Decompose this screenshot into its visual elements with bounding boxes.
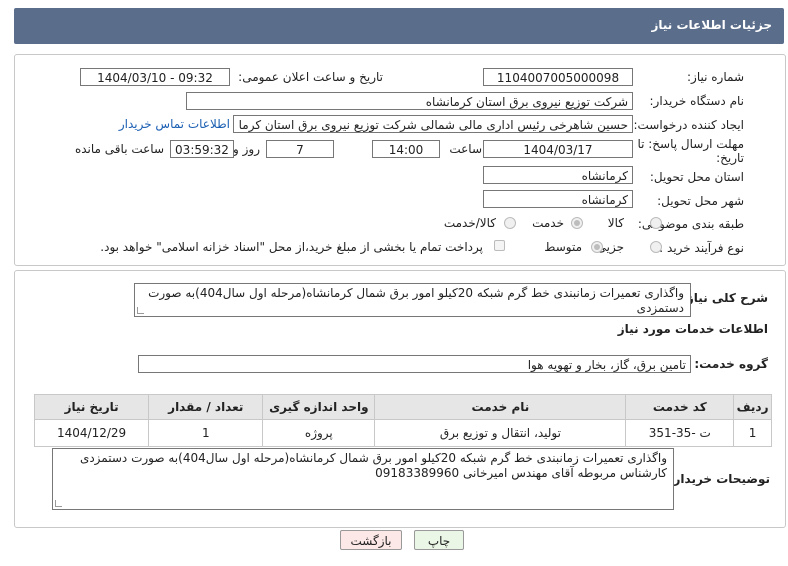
buyer-contact-link[interactable]: اطلاعات تماس خریدار bbox=[119, 117, 230, 131]
category-goods-radio[interactable] bbox=[650, 217, 662, 229]
cell-need-date: 1404/12/29 bbox=[33, 419, 150, 447]
deadline-label: مهلت ارسال پاسخ: تا bbox=[637, 137, 744, 151]
description-label: شرح کلی نیاز: bbox=[682, 291, 768, 305]
category-goods-service-radio[interactable] bbox=[504, 217, 516, 229]
col-need-date: تاریخ نیاز bbox=[33, 394, 150, 420]
announce-date-field: 1404/03/10 - 09:32 bbox=[80, 68, 230, 86]
table-row: 1 ت -35-351 تولید، انتقال و توزیع برق پر… bbox=[33, 419, 772, 447]
services-section-title: اطلاعات خدمات مورد نیاز bbox=[617, 322, 768, 336]
buyer-notes-line-2: کارشناس مربوطه آقای مهندس امیرخانی 09183… bbox=[375, 466, 667, 480]
col-service-code: کد خدمت bbox=[625, 394, 735, 420]
page-title: جزئیات اطلاعات نیاز bbox=[651, 18, 772, 32]
days-remaining-field: 7 bbox=[266, 140, 334, 158]
deadline-time-label: ساعت bbox=[449, 142, 482, 156]
treasury-payment-checkbox[interactable] bbox=[494, 240, 505, 251]
need-number-field: 1104007005000098 bbox=[483, 68, 633, 86]
services-table: ردیف کد خدمت نام خدمت واحد اندازه گیری ت… bbox=[33, 394, 772, 447]
cell-quantity: 1 bbox=[148, 419, 264, 447]
service-group-field: تامین برق، گاز، بخار و تهویه هوا bbox=[138, 355, 691, 373]
buyer-notes-line-1: واگذاری تعمیرات زمانبندی خط گرم شبکه 20ک… bbox=[79, 451, 667, 465]
days-label: روز و bbox=[233, 142, 260, 156]
city-field: کرمانشاه bbox=[483, 190, 633, 208]
deadline-date-label: تاریخ: bbox=[716, 151, 744, 165]
cell-service-name: تولید، انتقال و توزیع برق bbox=[374, 419, 627, 447]
deadline-date-field: 1404/03/17 bbox=[483, 140, 633, 158]
city-label: شهر محل تحویل: bbox=[657, 194, 744, 208]
province-field: کرمانشاه bbox=[483, 166, 633, 184]
col-index: ردیف bbox=[733, 394, 772, 420]
category-goods-label: کالا bbox=[607, 216, 624, 230]
category-goods-service-label: کالا/خدمت bbox=[443, 216, 496, 230]
category-service-label: خدمت bbox=[532, 216, 564, 230]
resize-handle-icon[interactable] bbox=[55, 500, 62, 507]
buyer-notes-textarea: واگذاری تعمیرات زمانبندی خط گرم شبکه 20ک… bbox=[52, 448, 674, 510]
category-service-radio[interactable] bbox=[571, 217, 583, 229]
buyer-notes-label: توضیحات خریدار: bbox=[668, 472, 770, 486]
col-quantity: تعداد / مقدار bbox=[148, 394, 264, 420]
need-number-label: شماره نیاز: bbox=[687, 70, 744, 84]
description-text: واگذاری تعمیرات زمانبندی خط گرم شبکه 20ک… bbox=[148, 286, 684, 315]
process-medium-radio[interactable] bbox=[591, 241, 603, 253]
back-button[interactable]: بازگشت bbox=[340, 530, 402, 550]
remaining-time-label: ساعت باقی مانده bbox=[74, 142, 164, 156]
description-textarea: واگذاری تعمیرات زمانبندی خط گرم شبکه 20ک… bbox=[134, 283, 691, 317]
province-label: استان محل تحویل: bbox=[649, 170, 744, 184]
deadline-time-field: 14:00 bbox=[372, 140, 440, 158]
announce-date-label: تاریخ و ساعت اعلان عمومی: bbox=[238, 70, 383, 84]
resize-handle-icon[interactable] bbox=[137, 307, 144, 314]
process-medium-label: متوسط bbox=[544, 240, 582, 254]
process-minor-radio[interactable] bbox=[650, 241, 662, 253]
buyer-org-field: شرکت توزیع نیروی برق استان کرمانشاه bbox=[186, 92, 633, 110]
service-group-label: گروه خدمت: bbox=[694, 357, 768, 371]
page-header: جزئیات اطلاعات نیاز bbox=[14, 8, 784, 44]
buyer-org-label: نام دستگاه خریدار: bbox=[649, 94, 745, 108]
cell-index: 1 bbox=[733, 419, 772, 447]
process-label: نوع فرآیند خرید : bbox=[659, 241, 744, 255]
col-service-name: نام خدمت bbox=[374, 394, 627, 420]
print-button[interactable]: چاپ bbox=[414, 530, 464, 550]
creator-field: حسین شاهرخی رئیس اداری مالی شمالی شرکت ت… bbox=[233, 115, 633, 133]
cell-service-code: ت -35-351 bbox=[625, 419, 735, 447]
col-unit: واحد اندازه گیری bbox=[262, 394, 376, 420]
creator-label: ایجاد کننده درخواست: bbox=[633, 118, 744, 132]
table-header-row: ردیف کد خدمت نام خدمت واحد اندازه گیری ت… bbox=[33, 394, 772, 420]
treasury-payment-note: پرداخت تمام یا بخشی از مبلغ خرید،از محل … bbox=[100, 240, 483, 254]
cell-unit: پروژه bbox=[262, 419, 376, 447]
remaining-time-field: 03:59:32 bbox=[170, 140, 234, 158]
